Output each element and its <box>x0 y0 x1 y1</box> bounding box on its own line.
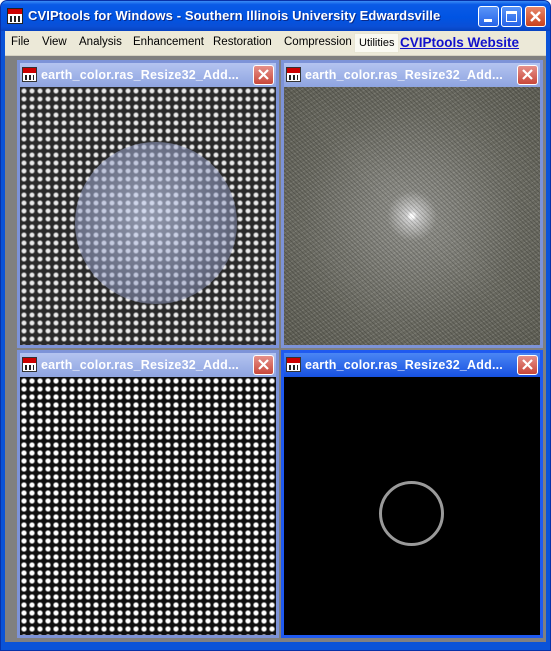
fourier-spectrum-image <box>284 87 540 345</box>
modulated-earth-image <box>20 87 276 345</box>
menu-analysis[interactable]: Analysis <box>79 36 122 48</box>
maximize-icon <box>506 11 517 22</box>
image-window-3-title: earth_color.ras_Resize32_Add... <box>41 358 239 372</box>
close-icon <box>258 69 269 80</box>
cviptools-website-link[interactable]: CVIPtools Website <box>400 35 519 50</box>
minimize-icon <box>484 19 492 22</box>
image-window-2-close-button[interactable] <box>517 65 538 85</box>
image-window-3-close-button[interactable] <box>253 355 274 375</box>
image-window-1[interactable]: earth_color.ras_Resize32_Add... <box>17 60 279 348</box>
menu-bar: File View Analysis Enhancement Restorati… <box>5 31 546 56</box>
minimize-button[interactable] <box>478 6 499 27</box>
image-window-1-close-button[interactable] <box>253 65 274 85</box>
title-bar[interactable]: CVIPtools for Windows - Southern Illinoi… <box>1 1 550 31</box>
window-bottom-border <box>1 642 550 650</box>
close-icon <box>522 359 533 370</box>
menu-compression[interactable]: Compression <box>284 36 352 48</box>
image-window-4-title: earth_color.ras_Resize32_Add... <box>305 358 503 372</box>
close-icon <box>258 359 269 370</box>
image-window-1-title: earth_color.ras_Resize32_Add... <box>41 68 239 82</box>
image-window-3-titlebar[interactable]: earth_color.ras_Resize32_Add... <box>20 353 276 377</box>
image-window-1-titlebar[interactable]: earth_color.ras_Resize32_Add... <box>20 63 276 87</box>
image-window-2-titlebar[interactable]: earth_color.ras_Resize32_Add... <box>284 63 540 87</box>
maximize-button[interactable] <box>501 6 522 27</box>
menu-enhancement[interactable]: Enhancement <box>133 36 204 48</box>
ring-filter-image <box>284 377 540 635</box>
menu-restoration[interactable]: Restoration <box>213 36 272 48</box>
close-button[interactable] <box>525 6 546 27</box>
sinusoidal-pattern-image <box>20 377 276 635</box>
cvip-image-icon <box>286 67 301 82</box>
cvip-image-icon <box>286 357 301 372</box>
cvip-image-icon <box>22 67 37 82</box>
window-title: CVIPtools for Windows - Southern Illinoi… <box>28 8 441 23</box>
image-window-4-titlebar[interactable]: earth_color.ras_Resize32_Add... <box>284 353 540 377</box>
image-window-4-close-button[interactable] <box>517 355 538 375</box>
image-window-4[interactable]: earth_color.ras_Resize32_Add... <box>281 350 543 638</box>
mdi-workspace: earth_color.ras_Resize32_Add... earth_co… <box>5 56 546 642</box>
menu-file[interactable]: File <box>11 36 30 48</box>
close-icon <box>522 69 533 80</box>
image-window-3[interactable]: earth_color.ras_Resize32_Add... <box>17 350 279 638</box>
menu-utilities[interactable]: Utilities <box>354 33 400 53</box>
menu-view[interactable]: View <box>42 36 67 48</box>
cvip-image-icon <box>22 357 37 372</box>
image-window-2[interactable]: earth_color.ras_Resize32_Add... <box>281 60 543 348</box>
main-window: CVIPtools for Windows - Southern Illinoi… <box>0 0 551 651</box>
cviptools-app-icon[interactable] <box>7 8 23 24</box>
image-window-2-title: earth_color.ras_Resize32_Add... <box>305 68 503 82</box>
close-icon <box>530 11 541 22</box>
